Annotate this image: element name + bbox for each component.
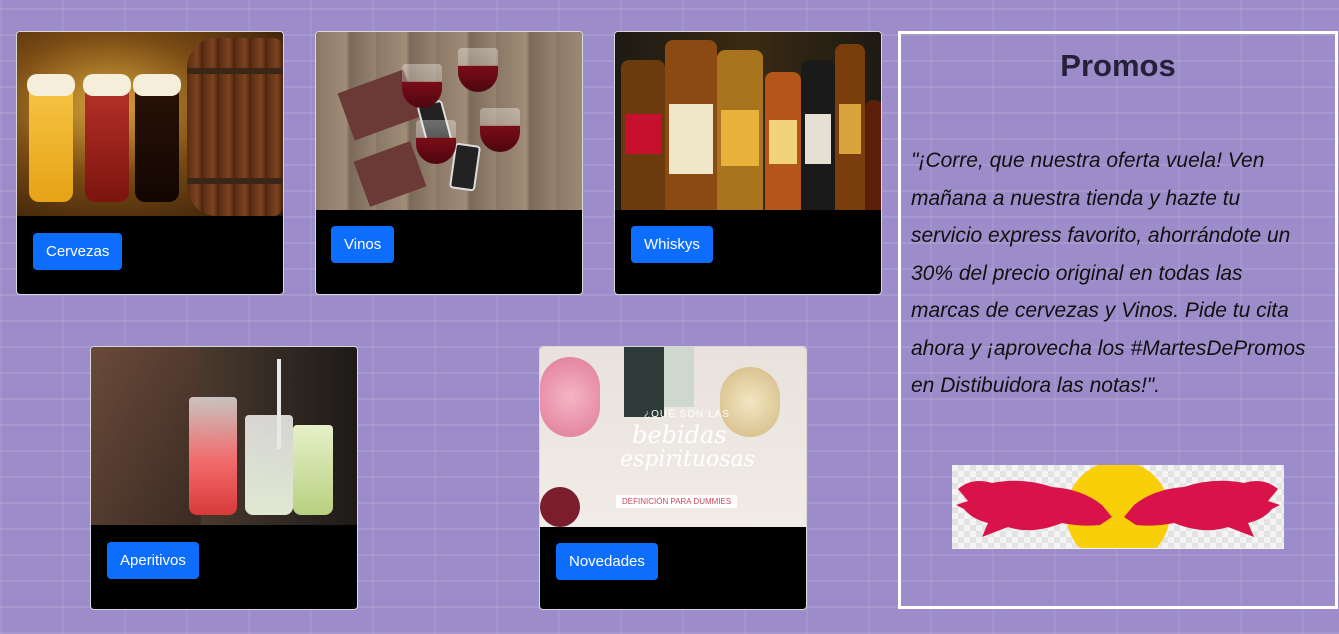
- novedades-image-text-line2: bebidas: [632, 421, 727, 449]
- cocktail-drinks-image: [91, 347, 357, 525]
- card-aperitivos: Aperitivos: [90, 346, 358, 610]
- novedades-image-text-line3: espirituosas: [620, 447, 755, 472]
- promos-text: "¡Corre, que nuestra oferta vuela! Ven m…: [911, 149, 1306, 397]
- promos-panel: Promos "¡Corre, que nuestra oferta vuela…: [898, 31, 1338, 609]
- card-vinos: Vinos: [315, 31, 583, 295]
- novedades-image-text-line4: DEFINICIÓN PARA DUMMIES: [616, 495, 738, 508]
- card-novedades: ¿QUÉ SON LAS bebidas espirituosas DEFINI…: [539, 346, 807, 610]
- vinos-button[interactable]: Vinos: [331, 226, 395, 263]
- red-bull-logo: [952, 461, 1284, 565]
- whisky-bottles-image: [615, 32, 881, 210]
- whiskys-button[interactable]: Whiskys: [631, 226, 713, 263]
- wine-glasses-toast-image: [316, 32, 582, 210]
- novedades-button[interactable]: Novedades: [556, 543, 658, 580]
- aperitivos-button[interactable]: Aperitivos: [107, 542, 199, 579]
- red-bull-logo-icon: [952, 461, 1284, 565]
- card-whiskys: Whiskys: [614, 31, 882, 295]
- spirits-drinks-image: ¿QUÉ SON LAS bebidas espirituosas DEFINI…: [540, 347, 806, 527]
- beer-glasses-barrel-image: [17, 32, 283, 216]
- cervezas-button[interactable]: Cervezas: [33, 233, 123, 270]
- card-cervezas: Cervezas: [16, 31, 284, 295]
- novedades-image-text-line1: ¿QUÉ SON LAS: [644, 409, 730, 420]
- promos-title: Promos: [1060, 48, 1176, 83]
